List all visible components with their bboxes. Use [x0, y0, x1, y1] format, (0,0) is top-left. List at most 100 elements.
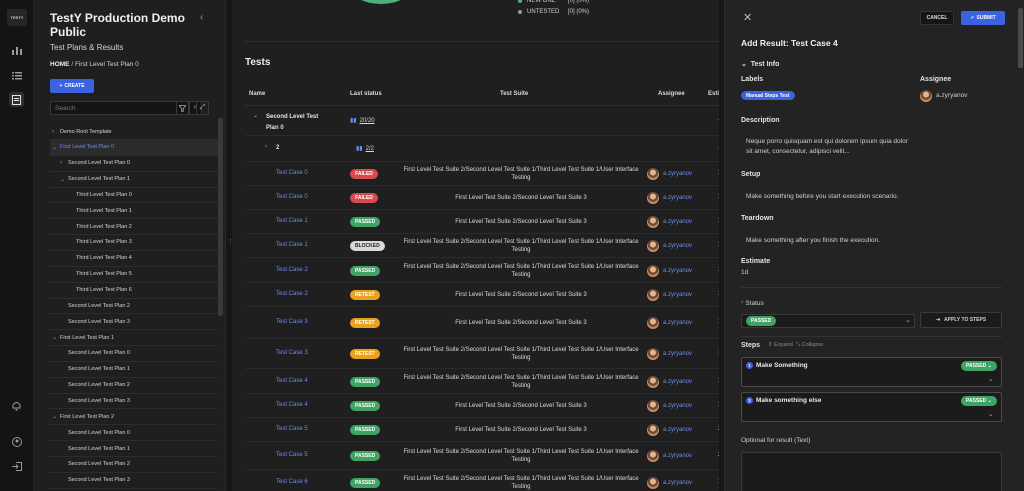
tree-item[interactable]: Second Level Test Plan 2	[50, 457, 218, 473]
group-row[interactable]: ›2▮▮2/2-	[245, 136, 724, 162]
test-case-link[interactable]: Test Case 5	[276, 452, 308, 458]
test-suites-list-icon[interactable]	[9, 68, 24, 83]
step-status-select[interactable]: PASSED ⌄	[961, 396, 997, 406]
profile-icon[interactable]	[9, 434, 24, 449]
tree-item[interactable]: ⌄ First Level Test Plan 1	[50, 330, 218, 347]
tree-item[interactable]: Second Level Test Plan 1	[50, 362, 218, 378]
test-case-link[interactable]: Test Case 1	[276, 218, 308, 224]
assignee[interactable]: a.zyryanov	[647, 400, 692, 412]
search-input[interactable]: Search	[50, 101, 189, 115]
assignee[interactable]: a.zyryanov	[647, 289, 692, 301]
close-icon[interactable]: ✕	[743, 11, 752, 24]
assignee[interactable]: a.zyryanov	[647, 424, 692, 436]
tree-item[interactable]: Second Level Test Plan 0	[50, 425, 218, 442]
table-row[interactable]: Test Case 1 BLOCKED First Level Test Suite…	[245, 234, 725, 258]
test-case-link[interactable]: Test Case 6	[276, 479, 308, 485]
group-row[interactable]: ⌄Second Level Test Plan 0▮▮20/20-	[245, 106, 724, 136]
tree-item[interactable]: Third Level Test Plan 5	[50, 267, 218, 283]
apply-to-steps-button[interactable]: ⇥ APPLY TO STEPS	[920, 312, 1002, 328]
filter-icon[interactable]	[176, 101, 189, 115]
test-case-link[interactable]: Test Case 4	[276, 378, 308, 384]
test-case-link[interactable]: Test Case 4	[276, 402, 308, 408]
table-row[interactable]: Test Case 5 PASSED First Level Test Suite …	[245, 418, 725, 442]
table-row[interactable]: Test Case 2 RETEST First Level Test Suite …	[245, 283, 725, 307]
tree-item[interactable]: Third Level Test Plan 4	[50, 251, 218, 267]
test-case-link[interactable]: Test Case 5	[276, 426, 308, 432]
chevron-right-icon[interactable]: ›	[60, 160, 68, 166]
test-case-link[interactable]: Test Case 2	[276, 267, 308, 273]
test-plans-icon[interactable]	[9, 92, 24, 107]
collapse-panel-chevron-icon[interactable]: ‹	[200, 12, 203, 23]
status-select[interactable]: PASSED ⌄	[741, 314, 915, 328]
assignee[interactable]: a.zyryanov	[647, 240, 692, 252]
collapse-link[interactable]: Collapse	[802, 342, 823, 348]
assignee[interactable]: a.zyryanov	[647, 216, 692, 228]
col-test-suite[interactable]: Test Suite	[500, 91, 528, 97]
chevron-right-icon[interactable]: ›	[52, 129, 60, 135]
table-row[interactable]: Test Case 2 PASSED First Level Test Suite …	[245, 258, 725, 283]
table-row[interactable]: Test Case 4 PASSED First Level Test Suite …	[245, 394, 725, 418]
tree-item[interactable]: Second Level Test Plan 3	[50, 393, 218, 410]
tree-item[interactable]: ⌄ Second Level Test Plan 1	[50, 172, 218, 188]
breadcrumb-home[interactable]: HOME	[50, 61, 70, 68]
test-info-toggle[interactable]: ⌄ Test Info	[741, 60, 779, 68]
assignee[interactable]: a.zyryanov	[647, 450, 692, 462]
drawer-scrollbar[interactable]	[1018, 8, 1023, 68]
tree-item[interactable]: Second Level Test Plan 2	[50, 298, 218, 315]
assignee[interactable]: a.zyryanov	[647, 376, 692, 388]
tree-item[interactable]: Third Level Test Plan 2	[50, 219, 218, 236]
assignee[interactable]: a.zyryanov	[647, 348, 692, 360]
group-progress[interactable]: ▮▮ 20/20	[350, 117, 375, 125]
tree-item[interactable]: Third Level Test Plan 0	[50, 187, 218, 204]
col-assignee[interactable]: Assignee	[658, 91, 685, 97]
tree-item[interactable]: › Demo Root Template	[50, 124, 218, 140]
table-row[interactable]: Test Case 6 PASSED First Level Test Suite …	[245, 470, 725, 491]
assignee[interactable]: a.zyryanov	[647, 168, 692, 180]
step-item[interactable]: 1 Make Something PASSED ⌄ ⌄	[741, 357, 1002, 387]
tree-item[interactable]: › Second Level Test Plan 0	[50, 156, 218, 172]
test-case-link[interactable]: Test Case 0	[276, 170, 308, 176]
expand-link[interactable]: Expand	[774, 342, 793, 348]
tree-item[interactable]: Second Level Test Plan 2	[50, 378, 218, 394]
table-row[interactable]: Test Case 5 PASSED First Level Test Suite …	[245, 442, 725, 470]
notifications-bell-icon[interactable]	[9, 398, 24, 413]
dashboard-chart-icon[interactable]	[9, 43, 24, 58]
submit-button[interactable]: ✓ SUBMIT	[961, 11, 1005, 25]
cancel-button[interactable]: CANCEL	[920, 11, 954, 25]
table-row[interactable]: Test Case 1 PASSED First Level Test Suite …	[245, 210, 725, 234]
tree-item[interactable]: Third Level Test Plan 6	[50, 283, 218, 299]
tree-item[interactable]: Second Level Test Plan 3	[50, 314, 218, 331]
assignee[interactable]: a.zyryanov	[647, 265, 692, 277]
chevron-down-icon[interactable]: ⌄	[988, 410, 994, 418]
tree-item[interactable]: Third Level Test Plan 3	[50, 235, 218, 251]
expand-all-icon[interactable]: ⤢	[196, 101, 209, 115]
chevron-down-icon[interactable]: ⌄	[60, 176, 68, 183]
tree-item[interactable]: ⌄ First Level Test Plan 0	[50, 139, 218, 156]
test-case-link[interactable]: Test Case 0	[276, 194, 308, 200]
tree-item[interactable]: Second Level Test Plan 1	[50, 441, 218, 457]
table-row[interactable]: Test Case 0 FAILED First Level Test Suite …	[245, 162, 725, 186]
chevron-down-icon[interactable]: ⌄	[988, 375, 994, 383]
result-comment-textarea[interactable]	[741, 452, 1002, 491]
tree-item[interactable]: Second Level Test Plan 0	[50, 346, 218, 362]
col-last-status[interactable]: Last status	[350, 91, 382, 97]
tree-item[interactable]: ⌄ First Level Test Plan 2	[50, 409, 218, 426]
table-row[interactable]: Test Case 3 RETEST First Level Test Suite …	[245, 339, 725, 369]
table-row[interactable]: Test Case 0 FAILED First Level Test Suite …	[245, 186, 725, 210]
chevron-down-icon[interactable]: ⌄	[52, 413, 60, 420]
test-case-link[interactable]: Test Case 1	[276, 242, 308, 248]
test-case-link[interactable]: Test Case 3	[276, 350, 308, 356]
chevron-right-icon[interactable]: ›	[265, 144, 267, 150]
chevron-down-icon[interactable]: ⌄	[52, 334, 60, 341]
logout-icon[interactable]	[9, 459, 24, 474]
assignee[interactable]: a.zyryanov	[647, 477, 692, 489]
test-case-link[interactable]: Test Case 2	[276, 291, 308, 297]
assignee[interactable]: a.zyryanov	[647, 317, 692, 329]
group-progress[interactable]: ▮▮ 2/2	[356, 145, 374, 153]
tree-item[interactable]: Second Level Test Plan 3	[50, 473, 218, 489]
assignee[interactable]: a.zyryanov	[647, 192, 692, 204]
table-row[interactable]: Test Case 3 RETEST First Level Test Suite …	[245, 307, 725, 339]
step-item[interactable]: 2 Make something else PASSED ⌄ ⌄	[741, 392, 1002, 422]
chevron-down-icon[interactable]: ⌄	[253, 112, 258, 119]
tree-scrollbar[interactable]	[218, 118, 223, 316]
